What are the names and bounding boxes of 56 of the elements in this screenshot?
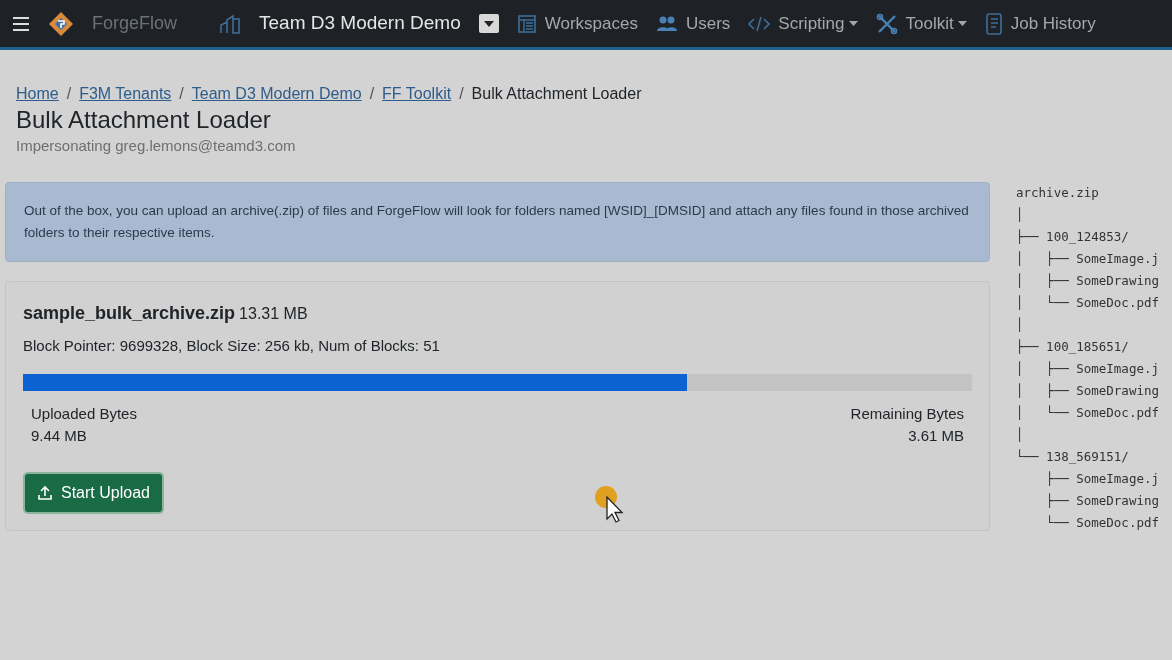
impersonation-text: Impersonating greg.lemons@teamd3.com	[16, 135, 297, 156]
page-title: Bulk Attachment Loader	[16, 106, 272, 135]
tree-line: │	[1016, 426, 1025, 445]
info-alert: Out of the box, you can upload an archive(.zip) of files and ForgeFlow will look for folders named [WSID]_[DMSID] and attach any files found in those archived folders to their respective items.	[5, 182, 990, 263]
nav-dropdown[interactable]: Toolkit	[875, 10, 967, 37]
breadcrumb-separator: /	[179, 84, 184, 104]
tree-line: │	[1016, 206, 1025, 225]
tools-icon	[875, 12, 898, 35]
remaining-label: Remaining Bytes	[850, 403, 964, 424]
block-details: Block Pointer: 9699328, Block Size: 256 kb, Num of Blocks: 51	[23, 336, 441, 357]
tree-line: │	[1016, 316, 1025, 335]
file-size: 13.31 MB	[239, 304, 308, 325]
tree-line: │ ├── SomeDrawing	[1016, 382, 1159, 401]
file-name: sample_bulk_archive.zip	[23, 302, 236, 326]
tree-line: │ ├── SomeImage.j	[1016, 250, 1159, 269]
tree-line: ├── 100_124853/	[1016, 228, 1130, 247]
table-icon	[516, 13, 537, 34]
tree-line: │ ├── SomeDrawing	[1016, 272, 1159, 291]
breadcrumb-link[interactable]: Team D3 Modern Demo	[191, 82, 362, 106]
breadcrumb-link[interactable]: F3M Tenants	[79, 82, 172, 106]
tree-line: │ ├── SomeImage.j	[1016, 360, 1159, 379]
breadcrumb-separator: /	[66, 84, 72, 104]
cursor-icon	[594, 485, 624, 525]
code-icon	[748, 14, 771, 33]
breadcrumb-separator: /	[459, 84, 464, 104]
tree-line: ├── SomeDrawing	[1045, 492, 1159, 511]
remaining-value: 3.61 MB	[907, 426, 964, 447]
breadcrumb-link[interactable]: Home	[16, 82, 59, 106]
upload-icon	[37, 484, 53, 501]
nav-link[interactable]: Users	[655, 10, 731, 37]
menu-icon[interactable]	[12, 16, 30, 31]
caret-icon	[483, 20, 494, 27]
breadcrumb-separator: /	[369, 84, 375, 104]
caret-icon	[848, 21, 858, 28]
tenant-dropdown-button[interactable]	[478, 14, 499, 33]
caret-icon	[957, 21, 967, 28]
uploaded-label: Uploaded Bytes	[31, 403, 137, 424]
tree-line: └── SomeDoc.pdf	[1045, 514, 1159, 533]
notebook-icon	[984, 12, 1003, 35]
tree-line: archive.zip	[1016, 184, 1100, 203]
tree-line: ├── 100_185651/	[1016, 338, 1130, 357]
tree-line: ├── SomeImage.j	[1045, 470, 1159, 489]
logo-icon	[48, 10, 74, 37]
breadcrumb-link[interactable]: FF Toolkit	[382, 82, 452, 106]
tree-line: │ └── SomeDoc.pdf	[1016, 294, 1159, 313]
nav-link[interactable]: Workspaces	[516, 10, 638, 37]
start-upload-button[interactable]: Start Upload	[23, 471, 164, 514]
tree-line: └── 138_569151/	[1016, 448, 1130, 467]
tenant-name: Team D3 Modern Demo	[259, 11, 461, 36]
tree-line: │ └── SomeDoc.pdf	[1016, 404, 1159, 423]
nav-link[interactable]: Job History	[984, 10, 1096, 37]
nav-dropdown[interactable]: Scripting	[748, 10, 858, 37]
breadcrumb-current: Bulk Attachment Loader	[471, 84, 642, 104]
users-icon	[655, 14, 678, 33]
uploaded-value: 9.44 MB	[31, 426, 88, 447]
building-icon	[219, 13, 242, 34]
